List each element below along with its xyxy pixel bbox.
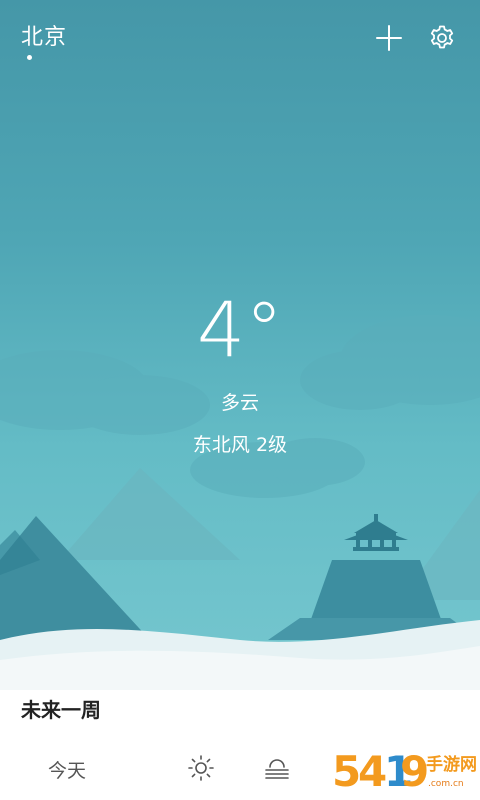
sun-icon: [188, 755, 214, 781]
svg-text:9: 9: [400, 747, 429, 796]
svg-text:.com.cn: .com.cn: [428, 779, 464, 789]
current-temperature: 4°: [196, 285, 284, 374]
settings-button[interactable]: [424, 20, 460, 56]
add-city-button[interactable]: [371, 20, 407, 56]
top-bar: 北京: [0, 0, 480, 70]
city-name[interactable]: 北京: [21, 19, 67, 51]
gear-icon: [430, 25, 454, 49]
weather-hero: 北京 4° 多云 东北风 2级: [0, 0, 480, 690]
forecast-day-label: 今天: [48, 760, 87, 782]
page-indicator-dot: [27, 55, 32, 60]
svg-text:4: 4: [358, 747, 387, 796]
weather-condition: 多云: [220, 392, 259, 414]
watermark-logo: 5 4 1 9 手游网 .com.cn: [332, 747, 477, 796]
svg-text:手游网: 手游网: [426, 754, 477, 775]
fog-icon: [265, 759, 289, 779]
svg-text:5: 5: [332, 747, 361, 796]
plus-icon: [376, 25, 402, 51]
wind-info: 东北风 2级: [192, 434, 288, 456]
week-forecast-title: 未来一周: [21, 698, 101, 722]
